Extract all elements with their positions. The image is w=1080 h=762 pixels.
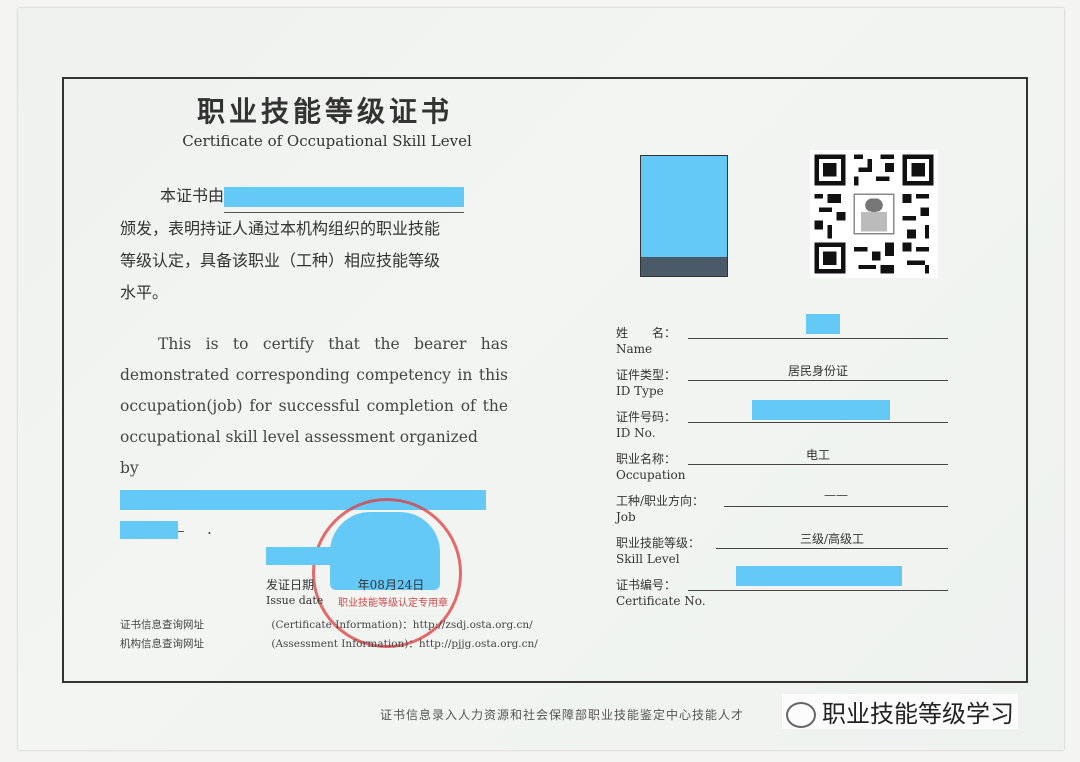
- field-occupation: 职业名称： Occupation 电工: [616, 446, 956, 488]
- field-id-type: 证件类型： ID Type 居民身份证: [616, 362, 956, 404]
- organizer-redaction: [120, 490, 486, 510]
- statement-line-4: 水平。: [120, 283, 169, 302]
- field-underline: [688, 422, 948, 423]
- field-underline: [688, 338, 948, 339]
- organizer-blank-2: [120, 515, 184, 539]
- field-job: 工种/职业方向： Job ——: [616, 488, 956, 530]
- issue-date-value: 年08月24日: [357, 578, 425, 592]
- watermark-text: 职业技能等级学习: [822, 700, 1014, 728]
- id-number-redaction: [752, 400, 890, 420]
- english-by: by: [120, 459, 139, 477]
- field-value: ——: [824, 488, 848, 502]
- field-value: 居民身份证: [787, 364, 848, 378]
- qr-code-graphic: [810, 150, 938, 278]
- field-label-cn: 工种/职业方向：: [616, 494, 705, 508]
- statement-line-3: 等级认定，具备该职业（工种）相应技能等级: [120, 251, 441, 270]
- english-statement: This is to certify that the bearer has d…: [120, 329, 508, 543]
- field-label-en: Name: [616, 342, 653, 356]
- field-value: 电工: [805, 448, 830, 462]
- field-label-cn: 职业技能等级：: [616, 536, 701, 550]
- field-underline: [688, 590, 948, 591]
- link-value: (Assessment Information)：http://pjjg.ost…: [271, 638, 538, 650]
- field-underline: [716, 548, 948, 549]
- organizer-redaction-2: [120, 521, 178, 539]
- seal-text: 职业技能等级认定专用章: [338, 594, 448, 609]
- certificate-title-en: Certificate of Occupational Skill Level: [182, 132, 472, 150]
- issuer-blank: [224, 180, 465, 213]
- link-value: (Certificate Information)：http://zsdj.os…: [271, 619, 533, 631]
- certificate-title-cn: 职业技能等级证书: [196, 95, 453, 128]
- name-redaction: [806, 314, 840, 334]
- issue-date-label-en: Issue date: [266, 594, 324, 607]
- cert-number-redaction: [736, 566, 902, 586]
- field-label-en: Job: [616, 510, 636, 524]
- issuer-redaction: [224, 186, 465, 207]
- field-underline: [724, 506, 948, 507]
- field-label-cn: 证件类型：: [616, 368, 677, 382]
- field-label-cn: 证件号码：: [616, 410, 677, 424]
- qr-code: [810, 150, 938, 278]
- footer-note: 证书信息录入人力资源和社会保障部职业技能鉴定中心技能人才: [380, 708, 745, 722]
- field-label-en: ID Type: [616, 384, 664, 398]
- issue-date-label: 发证日期 年08月24日: [266, 576, 424, 593]
- field-id-no: 证件号码： ID No.: [616, 400, 956, 446]
- verification-links: 证书信息查询网址 (Certificate Information)：http:…: [120, 616, 538, 654]
- link-row: 证书信息查询网址 (Certificate Information)：http:…: [120, 616, 538, 635]
- chinese-statement: 本证书由 颁发，表明持证人通过本机构组织的职业技能 等级认定，具备该职业（工种）…: [120, 180, 520, 309]
- date-redaction: [266, 547, 366, 565]
- field-label-cn: 姓 名：: [616, 326, 677, 340]
- bearer-photo-collar: [641, 257, 727, 276]
- watermark: 职业技能等级学习: [782, 694, 1018, 729]
- english-period: .: [206, 520, 212, 538]
- field-label-cn: 职业名称：: [616, 452, 677, 466]
- field-label-en: Certificate No.: [616, 594, 706, 608]
- organizer-blank: [120, 484, 486, 510]
- english-statement-text: This is to certify that the bearer has d…: [120, 335, 508, 446]
- field-label-en: Skill Level: [616, 552, 680, 566]
- field-cert-no: 证书编号： Certificate No.: [616, 566, 956, 614]
- field-label-en: ID No.: [616, 426, 656, 440]
- field-name: 姓 名： Name: [616, 314, 956, 362]
- statement-prefix: 本证书由: [160, 186, 225, 205]
- link-label: 机构信息查询网址: [120, 638, 204, 650]
- field-underline: [688, 464, 948, 465]
- issue-date-label-cn: 发证日期: [266, 578, 315, 592]
- link-label: 证书信息查询网址: [120, 619, 204, 631]
- field-label-cn: 证书编号：: [616, 578, 677, 592]
- link-row: 机构信息查询网址 (Assessment Information)：http:/…: [120, 635, 538, 654]
- field-value: 三级/高级工: [799, 532, 865, 546]
- field-label-en: Occupation: [616, 468, 686, 482]
- statement-line-2: 颁发，表明持证人通过本机构组织的职业技能: [120, 219, 441, 238]
- wechat-icon: [786, 702, 816, 728]
- field-underline: [688, 380, 948, 381]
